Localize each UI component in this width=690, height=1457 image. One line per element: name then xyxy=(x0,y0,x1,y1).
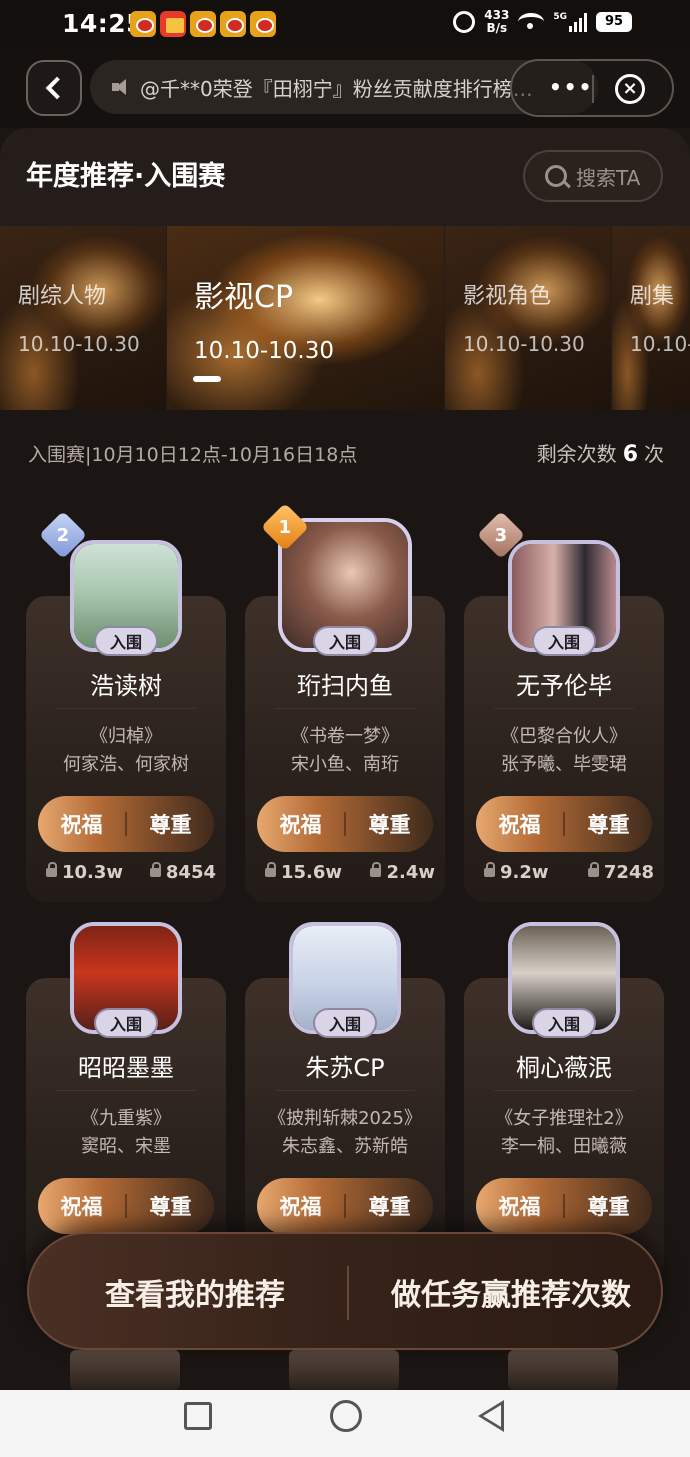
lock-icon xyxy=(265,862,276,877)
card-stats: 15.6w 2.4w xyxy=(265,862,435,883)
lock-icon xyxy=(46,862,57,877)
respect-button[interactable]: 尊重 xyxy=(346,809,433,839)
shortlisted-tag: 入围 xyxy=(532,1008,596,1038)
respect-button[interactable]: 尊重 xyxy=(565,1191,652,1221)
nominee-people: 窦昭、宋墨 xyxy=(81,1136,171,1157)
miniapp-capsule: ••• × xyxy=(510,59,674,117)
bless-button[interactable]: 祝福 xyxy=(476,809,563,839)
top-bar: @千**0荣登『田栩宁』粉丝贡献度排行榜… ••• × xyxy=(0,48,690,128)
nominee-name: 昭昭墨墨 xyxy=(78,1054,174,1082)
shortlisted-tag: 入围 xyxy=(532,626,596,656)
bless-button[interactable]: 祝福 xyxy=(38,1191,125,1221)
nominee-people: 张予曦、毕雯珺 xyxy=(501,754,627,775)
respect-button[interactable]: 尊重 xyxy=(565,809,652,839)
shortlisted-tag: 入围 xyxy=(313,1008,377,1038)
nominee-people: 何家浩、何家树 xyxy=(63,754,189,775)
ticker-text: @千**0荣登『田栩宁』粉丝贡献度排行榜… xyxy=(140,76,533,101)
system-nav-bar xyxy=(0,1390,690,1457)
nominee-name: 浩读树 xyxy=(90,672,162,700)
bless-button[interactable]: 祝福 xyxy=(257,1191,344,1221)
nominee-name: 无予伦毕 xyxy=(516,672,612,700)
remaining-votes: 剩余次数 6 次 xyxy=(536,442,664,467)
status-bar: 14:25 433 B/s 5G 95 xyxy=(0,0,690,48)
next-row-avatar xyxy=(70,1350,180,1390)
shortlisted-tag: 入围 xyxy=(94,1008,158,1038)
alarm-icon xyxy=(453,11,476,33)
nominee-name: 朱苏CP xyxy=(305,1054,385,1082)
bless-button[interactable]: 祝福 xyxy=(38,809,125,839)
tab-drama-figures[interactable]: 剧综人物 10.10-10.30 xyxy=(0,226,166,410)
nominee-name: 珩扫内鱼 xyxy=(297,672,393,700)
weibo-notification-icon xyxy=(190,11,216,37)
chevron-left-icon xyxy=(45,76,69,100)
round-schedule: 入围赛|10月10日12点-10月16日18点 xyxy=(28,444,358,466)
nominee-name: 桐心薇泯 xyxy=(516,1054,612,1082)
shortlisted-tag: 入围 xyxy=(313,626,377,656)
nominee-people: 宋小鱼、南珩 xyxy=(291,754,399,775)
lock-icon xyxy=(149,862,161,877)
battery-icon: 95 xyxy=(596,12,632,32)
respect-button[interactable]: 尊重 xyxy=(127,809,214,839)
nominee-work: 《女子推理社2》 xyxy=(495,1108,633,1129)
bless-button[interactable]: 祝福 xyxy=(257,809,344,839)
bless-button[interactable]: 祝福 xyxy=(476,1191,563,1221)
home-icon[interactable] xyxy=(330,1400,362,1432)
next-row-avatar xyxy=(508,1350,618,1390)
weibo-notification-icon xyxy=(220,11,246,37)
card-stats: 10.3w 8454 xyxy=(46,862,216,883)
category-tabs: 剧综人物 10.10-10.30 影视CP 10.10-10.30 影视角色 1… xyxy=(0,226,690,410)
app-notification-icon xyxy=(160,11,186,37)
nominee-people: 朱志鑫、苏新皓 xyxy=(282,1136,408,1157)
lock-icon xyxy=(587,862,599,877)
close-icon[interactable]: × xyxy=(615,74,645,104)
wifi-icon xyxy=(518,13,545,31)
main-sheet: 年度推荐·入围赛 搜索TA 剧综人物 10.10-10.30 影视CP 10.1… xyxy=(0,128,690,1390)
nominee-work: 《归棹》 xyxy=(90,726,162,747)
recents-icon[interactable] xyxy=(184,1402,212,1430)
search-icon xyxy=(545,165,567,187)
tab-film-cp[interactable]: 影视CP 10.10-10.30 xyxy=(167,226,444,410)
nominee-work: 《书卷一梦》 xyxy=(291,726,399,747)
earn-votes-button[interactable]: 做任务赢推荐次数 xyxy=(391,1270,631,1314)
next-row-avatar xyxy=(289,1350,399,1390)
system-indicators: 433 B/s 5G 95 xyxy=(453,9,632,35)
bottom-action-bar: 查看我的推荐 做任务赢推荐次数 xyxy=(27,1232,663,1350)
search-button[interactable]: 搜索TA xyxy=(523,150,663,202)
notification-icons xyxy=(130,11,276,37)
shortlisted-tag: 入围 xyxy=(94,626,158,656)
tab-indicator xyxy=(193,376,221,382)
lock-icon xyxy=(370,862,382,877)
speaker-icon xyxy=(112,79,128,95)
tab-film-roles[interactable]: 影视角色 10.10-10.30 xyxy=(445,226,611,410)
sheet-header: 年度推荐·入围赛 搜索TA xyxy=(0,128,690,226)
lock-icon xyxy=(484,862,495,877)
tab-series[interactable]: 剧集 10.10- xyxy=(612,226,690,410)
my-recommendations-button[interactable]: 查看我的推荐 xyxy=(105,1270,285,1314)
nominee-work: 《巴黎合伙人》 xyxy=(501,726,627,747)
page-title: 年度推荐·入围赛 xyxy=(26,161,226,192)
net-speed: 433 B/s xyxy=(484,8,510,35)
nominee-work: 《披荆斩棘2025》 xyxy=(268,1108,422,1129)
nominee-work: 《九重紫》 xyxy=(81,1108,171,1129)
respect-button[interactable]: 尊重 xyxy=(346,1191,433,1221)
back-button[interactable] xyxy=(26,60,82,116)
weibo-notification-icon xyxy=(250,11,276,37)
more-icon[interactable]: ••• xyxy=(549,75,593,99)
weibo-notification-icon xyxy=(130,11,156,37)
card-stats: 9.2w 7248 xyxy=(484,862,654,883)
back-triangle-icon[interactable] xyxy=(478,1400,504,1432)
nominee-people: 李一桐、田曦薇 xyxy=(501,1136,627,1157)
respect-button[interactable]: 尊重 xyxy=(127,1191,214,1221)
signal-icon: 5G xyxy=(553,12,587,32)
